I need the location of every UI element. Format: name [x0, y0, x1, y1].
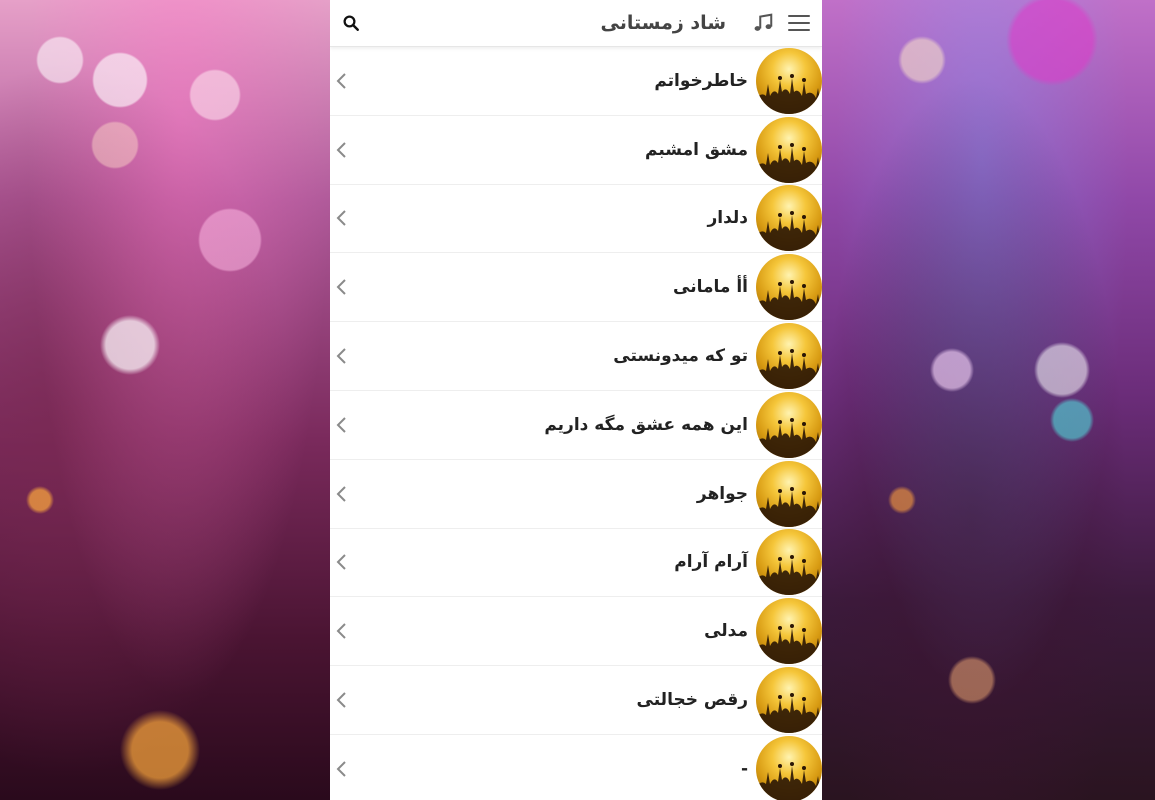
- song-item-9[interactable]: مدلی: [330, 597, 822, 667]
- song-item-3[interactable]: دلدار: [330, 185, 822, 254]
- hamburger-menu-icon[interactable]: [788, 15, 810, 31]
- background-right: [822, 0, 1155, 800]
- chevron-left-icon: [334, 416, 348, 434]
- song-title: أأ مامانی: [673, 277, 748, 298]
- chevron-left-icon: [334, 622, 348, 640]
- song-title: دلدار: [707, 208, 748, 229]
- song-item-11[interactable]: -: [330, 735, 822, 800]
- chevron-left-icon: [334, 141, 348, 159]
- chevron-left-icon: [334, 209, 348, 227]
- chevron-left-icon: [334, 485, 348, 503]
- chevron-left-icon: [334, 760, 348, 778]
- song-avatar: [756, 667, 822, 734]
- song-avatar: [756, 391, 822, 458]
- song-title: مشق امشبم: [645, 139, 748, 160]
- song-avatar: [756, 529, 822, 596]
- song-item-2[interactable]: مشق امشبم: [330, 116, 822, 185]
- song-item-1[interactable]: خاطرخواتم: [330, 47, 822, 116]
- page-title: شاد زمستانی: [600, 12, 726, 34]
- song-item-4[interactable]: أأ مامانی: [330, 253, 822, 323]
- song-avatar: [756, 116, 822, 183]
- app-header: شاد زمستانی: [330, 0, 822, 47]
- song-title: مدلی: [704, 621, 748, 642]
- song-avatar: [756, 185, 822, 252]
- song-title: جواهر: [696, 483, 748, 504]
- song-item-8[interactable]: آرام آرام: [330, 529, 822, 598]
- chevron-left-icon: [334, 553, 348, 571]
- song-item-5[interactable]: تو که میدونستی: [330, 322, 822, 391]
- song-avatar: [756, 598, 822, 665]
- song-title: خاطرخواتم: [654, 70, 748, 91]
- search-icon[interactable]: [342, 14, 360, 32]
- song-title: آرام آرام: [674, 552, 748, 573]
- song-list: خاطرخواتم مشق امشبم دلدار أأ مامانی تو ک…: [330, 47, 822, 800]
- song-avatar: [756, 254, 822, 321]
- app-panel: شاد زمستانی خاطرخواتم مشق امشبم دلدار أأ…: [330, 0, 822, 800]
- song-item-7[interactable]: جواهر: [330, 460, 822, 529]
- background-left: [0, 0, 330, 800]
- chevron-left-icon: [334, 691, 348, 709]
- chevron-left-icon: [334, 278, 348, 296]
- chevron-left-icon: [334, 72, 348, 90]
- song-title: رقص خجالتی: [636, 690, 748, 711]
- chevron-left-icon: [334, 347, 348, 365]
- song-title: تو که میدونستی: [613, 346, 748, 367]
- song-item-10[interactable]: رقص خجالتی: [330, 666, 822, 735]
- song-avatar: [756, 460, 822, 527]
- song-avatar: [756, 735, 822, 800]
- song-avatar: [756, 323, 822, 390]
- song-item-6[interactable]: این همه عشق مگه داریم: [330, 391, 822, 460]
- song-title: این همه عشق مگه داریم: [544, 414, 748, 435]
- song-avatar: [756, 47, 822, 114]
- song-title: -: [740, 758, 748, 779]
- header-title-group: شاد زمستانی: [601, 12, 810, 34]
- music-note-icon: [752, 12, 774, 34]
